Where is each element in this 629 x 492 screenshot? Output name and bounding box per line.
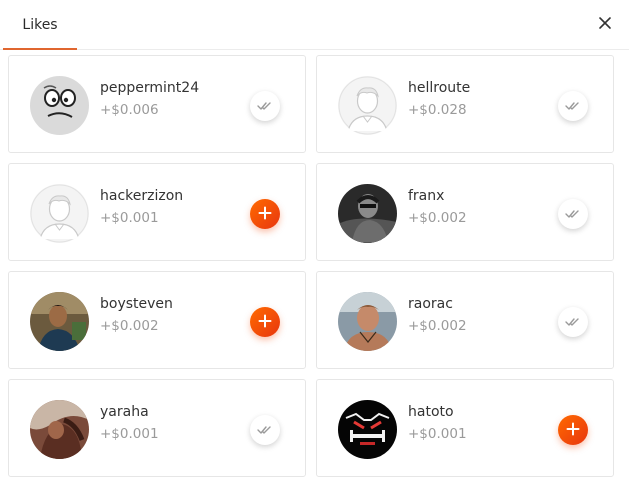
- double-check-icon: [565, 313, 581, 332]
- tab-likes[interactable]: Likes: [3, 0, 77, 50]
- avatar: [30, 292, 89, 351]
- follow-button[interactable]: [250, 199, 280, 229]
- follow-button[interactable]: [250, 307, 280, 337]
- avatar: [338, 184, 397, 243]
- user-card-yaraha: yaraha +$0.001: [8, 379, 306, 477]
- avatar: [30, 184, 89, 243]
- user-card-boysteven: boysteven +$0.002: [8, 271, 306, 369]
- username[interactable]: raorac: [408, 296, 453, 312]
- likers-grid: peppermint24 +$0.006 hellroute +$0.028 h…: [8, 55, 614, 477]
- double-check-icon: [565, 205, 581, 224]
- dialog-header: Likes: [0, 0, 629, 50]
- like-amount: +$0.028: [408, 102, 467, 118]
- like-amount: +$0.001: [408, 426, 467, 442]
- follow-button[interactable]: [558, 415, 588, 445]
- like-amount: +$0.001: [100, 210, 159, 226]
- avatar: [338, 400, 397, 459]
- username[interactable]: hackerzizon: [100, 188, 183, 204]
- liked-button[interactable]: [558, 199, 588, 229]
- double-check-icon: [257, 97, 273, 116]
- avatar: [30, 400, 89, 459]
- user-card-hackerzizon: hackerzizon +$0.001: [8, 163, 306, 261]
- like-amount: +$0.002: [100, 318, 159, 334]
- tab-likes-label: Likes: [22, 17, 58, 33]
- liked-button[interactable]: [250, 91, 280, 121]
- user-card-raorac: raorac +$0.002: [316, 271, 614, 369]
- username[interactable]: franx: [408, 188, 444, 204]
- double-check-icon: [565, 97, 581, 116]
- liked-button[interactable]: [558, 91, 588, 121]
- avatar: [30, 76, 89, 135]
- username[interactable]: boysteven: [100, 296, 173, 312]
- plus-icon: [258, 313, 272, 332]
- like-amount: +$0.001: [100, 426, 159, 442]
- username[interactable]: peppermint24: [100, 80, 199, 96]
- double-check-icon: [257, 421, 273, 440]
- username[interactable]: yaraha: [100, 404, 149, 420]
- user-card-hellroute: hellroute +$0.028: [316, 55, 614, 153]
- avatar: [338, 292, 397, 351]
- user-card-hatoto: hatoto +$0.001: [316, 379, 614, 477]
- username[interactable]: hatoto: [408, 404, 454, 420]
- user-card-peppermint24: peppermint24 +$0.006: [8, 55, 306, 153]
- plus-icon: [258, 205, 272, 224]
- avatar: [338, 76, 397, 135]
- plus-icon: [566, 421, 580, 440]
- like-amount: +$0.002: [408, 318, 467, 334]
- close-icon[interactable]: [597, 15, 613, 31]
- username[interactable]: hellroute: [408, 80, 470, 96]
- like-amount: +$0.006: [100, 102, 159, 118]
- like-amount: +$0.002: [408, 210, 467, 226]
- liked-button[interactable]: [558, 307, 588, 337]
- user-card-franx: franx +$0.002: [316, 163, 614, 261]
- liked-button[interactable]: [250, 415, 280, 445]
- likes-dialog: Likes peppermint24 +$0.006 hellroute +$0…: [0, 0, 629, 492]
